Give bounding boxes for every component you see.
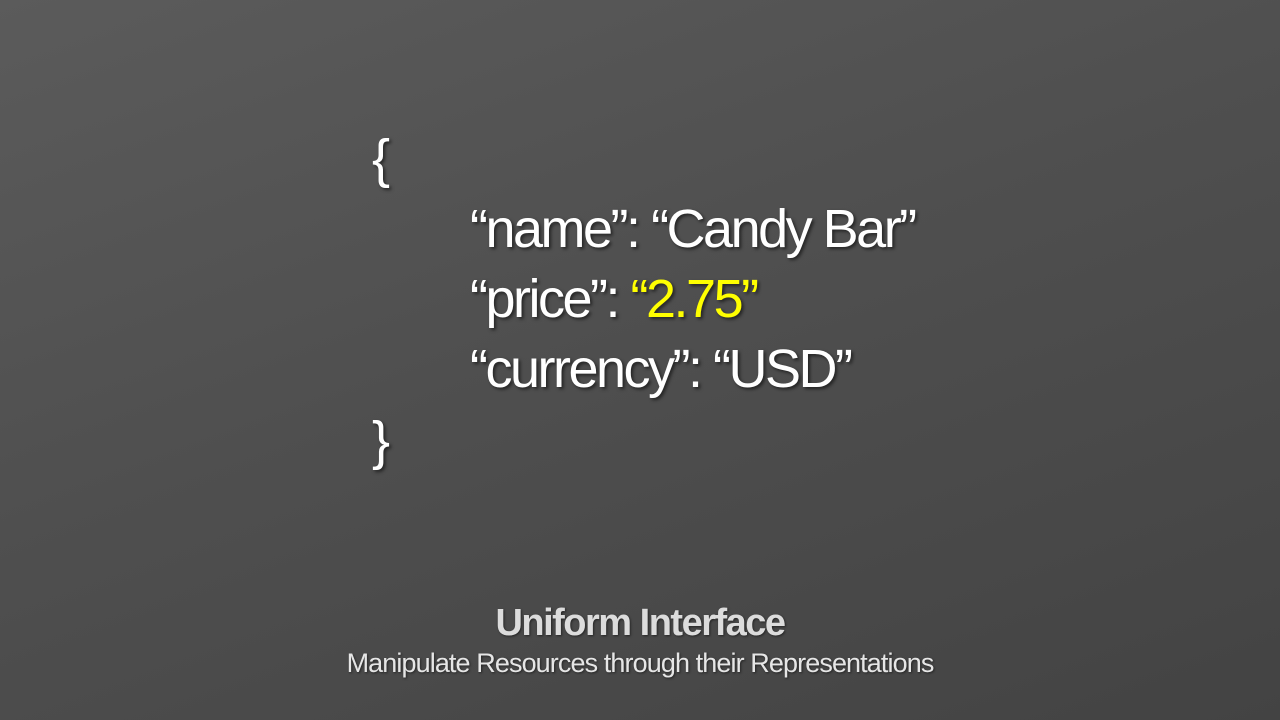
json-open-brace: { — [372, 129, 390, 189]
json-line-price: “price”: “2.75” — [372, 264, 915, 334]
caption-title: Uniform Interface — [495, 602, 786, 644]
json-value-price-highlighted: “2.75” — [630, 269, 760, 329]
json-value-name: “Candy Bar” — [651, 199, 917, 259]
json-line-currency: “currency”: “USD” — [372, 334, 915, 404]
slide: { “name”: “Candy Bar” “price”: “2.75” “c… — [0, 0, 1280, 720]
json-line-name: “name”: “Candy Bar” — [372, 194, 917, 264]
json-separator: : — [626, 199, 652, 259]
json-code-block: { “name”: “Candy Bar” “price”: “2.75” “c… — [372, 124, 917, 476]
json-value-currency: “USD” — [713, 339, 853, 399]
json-close-brace: } — [372, 411, 390, 471]
caption-subtitle: Manipulate Resources through their Repre… — [346, 648, 935, 678]
json-key-name: “name” — [470, 199, 629, 259]
json-separator: : — [688, 339, 714, 399]
json-key-price: “price” — [470, 269, 608, 329]
json-key-currency: “currency” — [470, 339, 691, 399]
json-separator: : — [605, 269, 631, 329]
